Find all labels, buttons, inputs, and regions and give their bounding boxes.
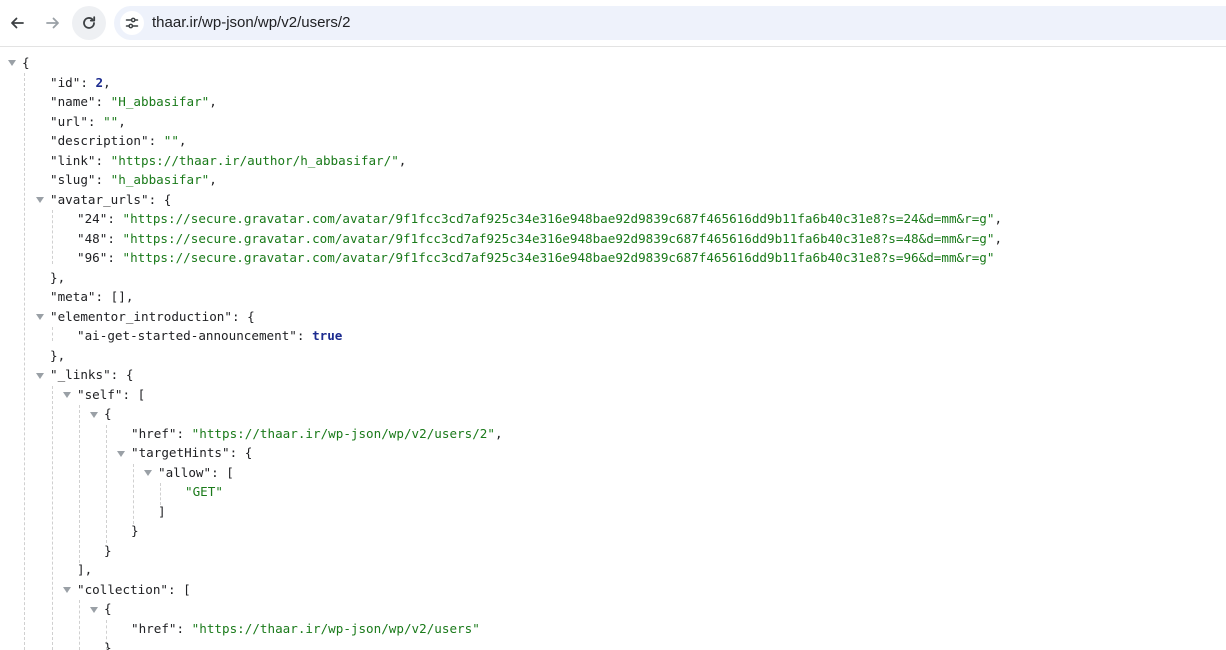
forward-button[interactable] bbox=[36, 6, 70, 40]
collapse-toggle-icon[interactable] bbox=[63, 587, 71, 593]
json-line-allow-item: "GET" bbox=[185, 484, 223, 499]
tree-guide bbox=[52, 327, 53, 341]
json-line-description: "description": "", bbox=[50, 133, 187, 148]
collapse-toggle-icon[interactable] bbox=[90, 607, 98, 613]
collapse-toggle-icon[interactable] bbox=[117, 451, 125, 457]
reload-icon bbox=[83, 16, 96, 29]
json-line-allow: "allow": [ bbox=[158, 465, 234, 480]
arrow-left-icon bbox=[11, 17, 24, 29]
site-info-button[interactable] bbox=[120, 11, 144, 35]
json-line: } bbox=[104, 543, 112, 558]
json-line-link: "link": "https://thaar.ir/author/h_abbas… bbox=[50, 153, 407, 168]
json-line-links: "_links": { bbox=[50, 367, 134, 382]
tree-guide bbox=[24, 73, 25, 650]
tree-guide bbox=[52, 210, 53, 264]
json-line-id: "id": 2, bbox=[50, 75, 111, 90]
json-line-avatar-48: "48": "https://secure.gravatar.com/avata… bbox=[77, 231, 1003, 246]
json-line-avatar-24: "24": "https://secure.gravatar.com/avata… bbox=[77, 211, 1003, 226]
url-text[interactable]: thaar.ir/wp-json/wp/v2/users/2 bbox=[152, 14, 350, 32]
json-line-collection: "collection": [ bbox=[77, 582, 191, 597]
json-line: }, bbox=[50, 270, 66, 285]
collapse-toggle-icon[interactable] bbox=[63, 392, 71, 398]
json-line: { bbox=[104, 406, 112, 421]
json-line-self-href: "href": "https://thaar.ir/wp-json/wp/v2/… bbox=[131, 426, 503, 441]
tree-guide bbox=[133, 464, 134, 524]
tree-guide bbox=[79, 600, 80, 650]
json-line-elementor: "elementor_introduction": { bbox=[50, 309, 255, 324]
reload-button[interactable] bbox=[72, 6, 106, 40]
collapse-toggle-icon[interactable] bbox=[36, 314, 44, 320]
json-line: } bbox=[104, 640, 112, 650]
json-line: ] bbox=[158, 504, 166, 519]
json-line-name: "name": "H_abbasifar", bbox=[50, 94, 217, 109]
tree-guide bbox=[52, 386, 53, 650]
json-line: { bbox=[22, 55, 30, 70]
json-line: } bbox=[131, 523, 139, 538]
tune-icon bbox=[125, 17, 139, 29]
collapse-toggle-icon[interactable] bbox=[90, 412, 98, 418]
address-bar[interactable]: thaar.ir/wp-json/wp/v2/users/2 bbox=[114, 6, 1226, 40]
collapse-toggle-icon[interactable] bbox=[8, 60, 16, 66]
tree-guide bbox=[79, 405, 80, 563]
back-button[interactable] bbox=[0, 6, 34, 40]
json-line: ], bbox=[77, 562, 93, 577]
tree-guide bbox=[106, 425, 107, 543]
json-line-targethints: "targetHints": { bbox=[131, 445, 253, 460]
arrow-right-icon bbox=[46, 17, 59, 29]
json-line-collection-href: "href": "https://thaar.ir/wp-json/wp/v2/… bbox=[131, 621, 480, 636]
collapse-toggle-icon[interactable] bbox=[36, 197, 44, 203]
browser-toolbar: thaar.ir/wp-json/wp/v2/users/2 bbox=[0, 0, 1226, 47]
json-line-slug: "slug": "h_abbasifar", bbox=[50, 172, 217, 187]
json-line-meta: "meta": [], bbox=[50, 289, 134, 304]
json-line-self: "self": [ bbox=[77, 387, 146, 402]
collapse-toggle-icon[interactable] bbox=[144, 470, 152, 476]
collapse-toggle-icon[interactable] bbox=[36, 373, 44, 379]
json-line-ai: "ai-get-started-announcement": true bbox=[77, 328, 343, 343]
json-line-avatar-urls: "avatar_urls": { bbox=[50, 192, 172, 207]
json-line-url: "url": "", bbox=[50, 114, 126, 129]
json-viewer: { "id": 2, "name": "H_abbasifar", "url":… bbox=[0, 47, 1226, 650]
json-line: }, bbox=[50, 348, 66, 363]
json-line: { bbox=[104, 601, 112, 616]
json-line-avatar-96: "96": "https://secure.gravatar.com/avata… bbox=[77, 250, 995, 265]
